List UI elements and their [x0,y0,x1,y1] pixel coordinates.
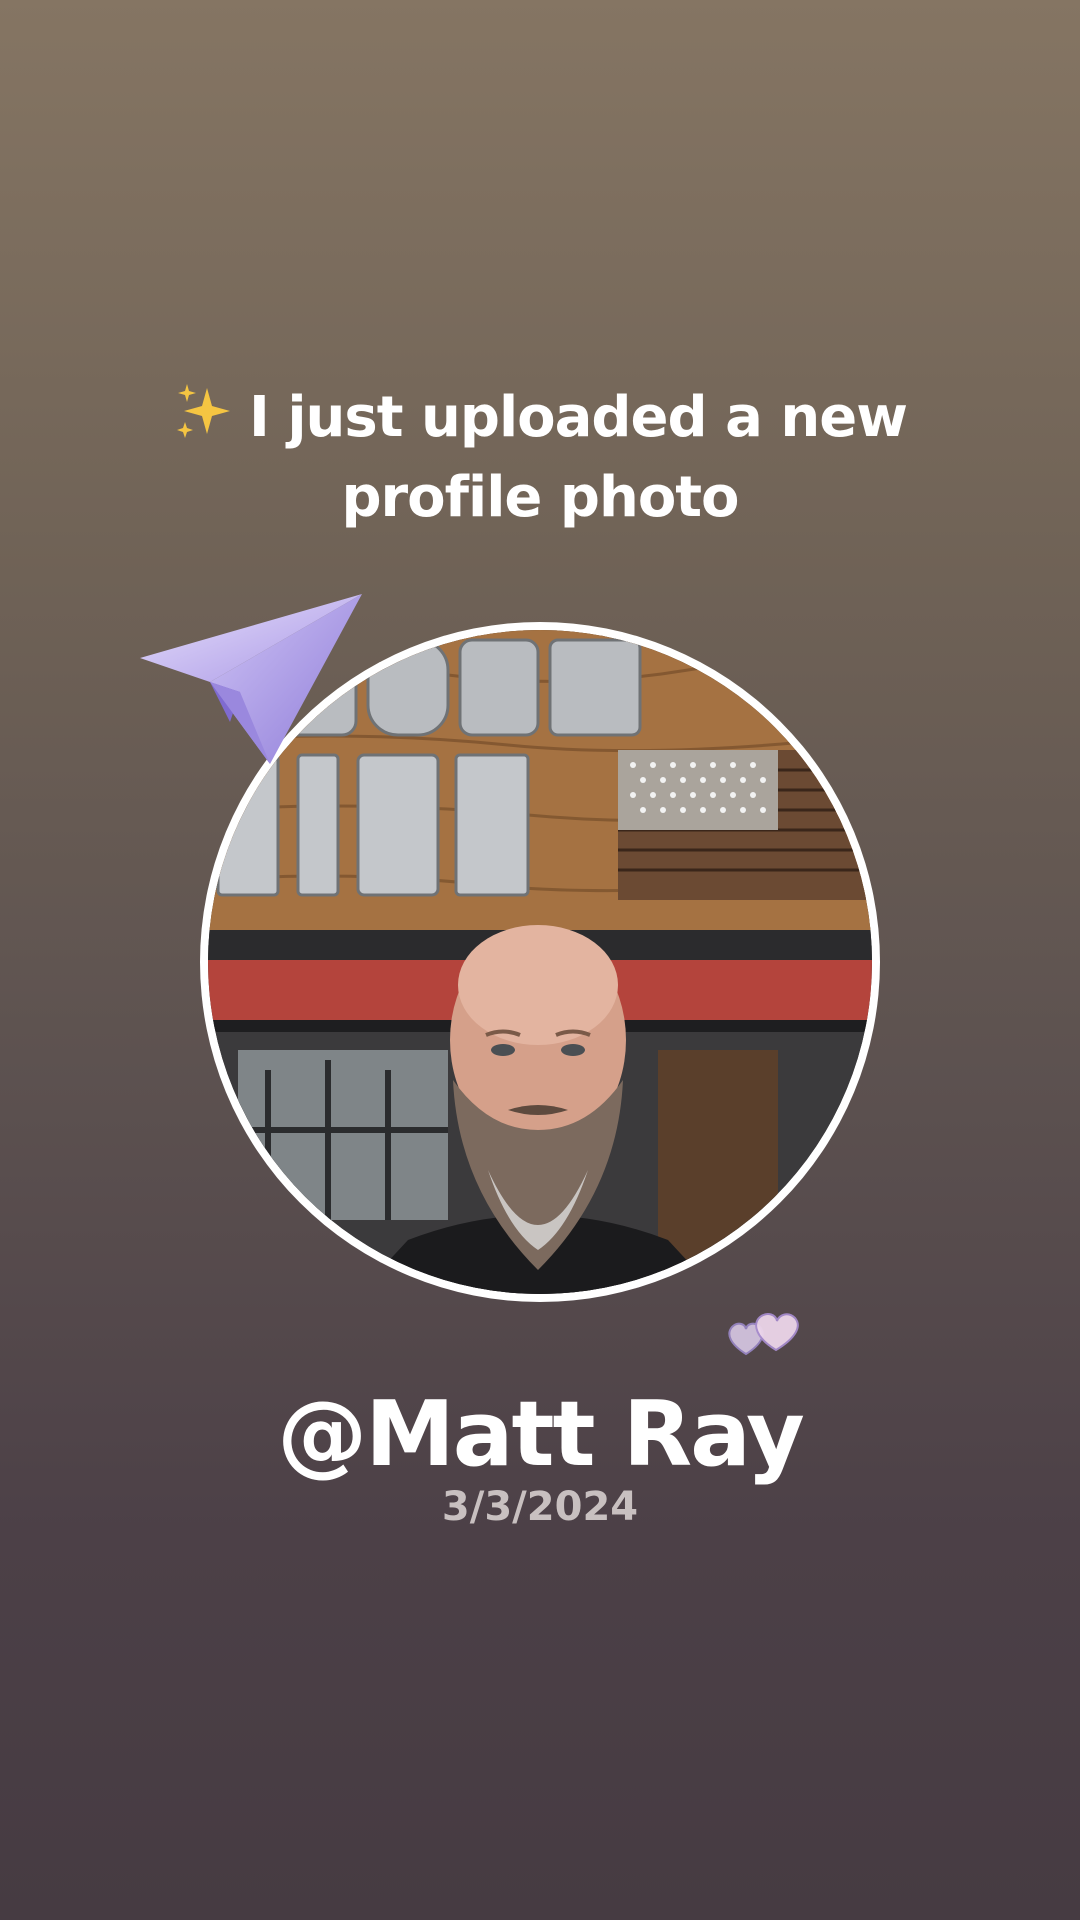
username-label: @Matt Ray [277,1382,805,1487]
upload-date: 3/3/2024 [441,1484,639,1530]
announcement-message: I just uploaded a new profile photo [249,385,908,530]
hearts-icon [724,1310,804,1360]
paper-plane-icon [140,592,370,772]
announcement-text-block: I just uploaded a new profile photo [120,378,960,538]
sparkles-icon [173,382,235,444]
